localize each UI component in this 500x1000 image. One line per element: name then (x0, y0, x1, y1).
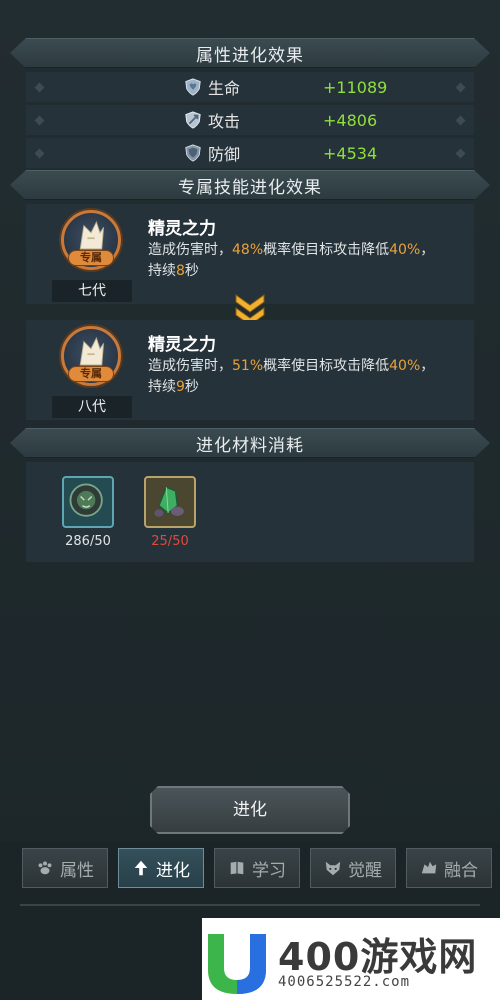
desc-highlight: 9 (176, 379, 185, 395)
desc-text: 秒 (184, 263, 199, 279)
exclusive-badge: 专属 (68, 250, 114, 266)
heart-shield-icon (185, 78, 201, 96)
paw-icon (38, 861, 52, 875)
skill-description: 造成伤害时，51%概率使目标攻击降低40%， 持续9秒 (148, 356, 468, 398)
stat-name: 攻击 (208, 112, 241, 131)
attack-shield-icon (185, 111, 201, 129)
row-ornament (34, 115, 45, 125)
desc-text: 概率使目标攻击降低 (263, 358, 390, 374)
skill-generation: 七代 (52, 280, 132, 302)
tab-attributes[interactable]: 属性 (22, 848, 108, 888)
desc-text: ， (420, 358, 435, 374)
tab-divider (20, 904, 480, 906)
stat-row-hp: 生命 +11089 (26, 72, 474, 102)
evolution-screen: 属性进化效果 生命 +11089 攻击 +4806 防御 +4534 专属技能进… (0, 0, 500, 1000)
beast-fusion-icon (421, 861, 437, 874)
desc-highlight: 51% (232, 358, 264, 374)
material-section-title: 进化材料消耗 (196, 435, 304, 456)
desc-highlight: 40% (389, 242, 421, 258)
skill-generation: 八代 (52, 396, 132, 418)
material-section-header: 进化材料消耗 (10, 428, 490, 458)
desc-text: 概率使目标攻击降低 (263, 242, 390, 258)
skill-section-title: 专属技能进化效果 (178, 177, 322, 198)
watermark-brand: 400游戏网 (278, 935, 478, 979)
stat-name: 防御 (208, 145, 241, 164)
skill-section-header: 专属技能进化效果 (10, 170, 490, 200)
desc-highlight: 8 (176, 263, 185, 279)
row-ornament (34, 148, 45, 158)
material-count: 25/50 (140, 534, 200, 549)
tab-label: 融合 (444, 860, 478, 881)
tab-fusion[interactable]: 融合 (406, 848, 492, 888)
attr-section-title: 属性进化效果 (196, 45, 304, 66)
desc-highlight: 48% (232, 242, 264, 258)
skill-description: 造成伤害时，48%概率使目标攻击降低40%， 持续8秒 (148, 240, 468, 282)
row-ornament (34, 82, 45, 92)
stat-value: +4534 (323, 143, 378, 163)
row-ornament (455, 82, 466, 92)
material-count-text: 25/50 (151, 534, 189, 549)
desc-text: 秒 (184, 379, 199, 395)
desc-text: 持续 (148, 379, 176, 395)
skill-card-current: 专属 七代 精灵之力 造成伤害时，48%概率使目标攻击降低40%， 持续8秒 (26, 204, 474, 304)
tab-awaken[interactable]: 觉醒 (310, 848, 396, 888)
defense-shield-icon (185, 144, 201, 162)
stat-row-attack: 攻击 +4806 (26, 105, 474, 135)
stat-value: +4806 (323, 110, 378, 130)
row-ornament (455, 115, 466, 125)
tab-label: 属性 (60, 860, 94, 881)
green-beast-token-icon (69, 483, 103, 517)
skill-title: 精灵之力 (148, 335, 216, 355)
site-watermark: 400游戏网 4006525522.com (202, 918, 500, 1000)
attr-section-header: 属性进化效果 (10, 38, 490, 68)
stat-row-defense: 防御 +4534 (26, 138, 474, 168)
desc-text: ， (420, 242, 435, 258)
tab-label: 觉醒 (348, 860, 382, 881)
stat-value: +11089 (323, 77, 388, 97)
stat-name: 生命 (208, 79, 241, 98)
desc-text: 持续 (148, 263, 176, 279)
watermark-url: 4006525522.com (278, 974, 411, 990)
fox-face-icon (325, 861, 341, 876)
tab-learn[interactable]: 学习 (214, 848, 300, 888)
material-count-text: 286/50 (65, 534, 111, 549)
material-slot-1[interactable] (62, 476, 114, 528)
evolve-arrow-icon (134, 860, 148, 876)
desc-text: 造成伤害时， (148, 242, 232, 258)
tab-label: 学习 (252, 860, 286, 881)
skill-title: 精灵之力 (148, 219, 216, 239)
tab-evolve[interactable]: 进化 (118, 848, 204, 888)
book-icon (230, 861, 244, 875)
tab-label: 进化 (156, 860, 190, 881)
exclusive-badge: 专属 (68, 366, 114, 382)
desc-highlight: 40% (389, 358, 421, 374)
material-slot-2[interactable] (144, 476, 196, 528)
row-ornament (455, 148, 466, 158)
watermark-logo-icon (208, 934, 266, 994)
evolve-button[interactable]: 进化 (150, 786, 350, 834)
desc-text: 造成伤害时， (148, 358, 232, 374)
material-panel: 286/50 25/50 (26, 462, 474, 562)
material-count: 286/50 (58, 534, 118, 549)
green-crystal-ore-icon (154, 486, 184, 517)
skill-card-next: 专属 八代 精灵之力 造成伤害时，51%概率使目标攻击降低40%， 持续9秒 (26, 320, 474, 420)
